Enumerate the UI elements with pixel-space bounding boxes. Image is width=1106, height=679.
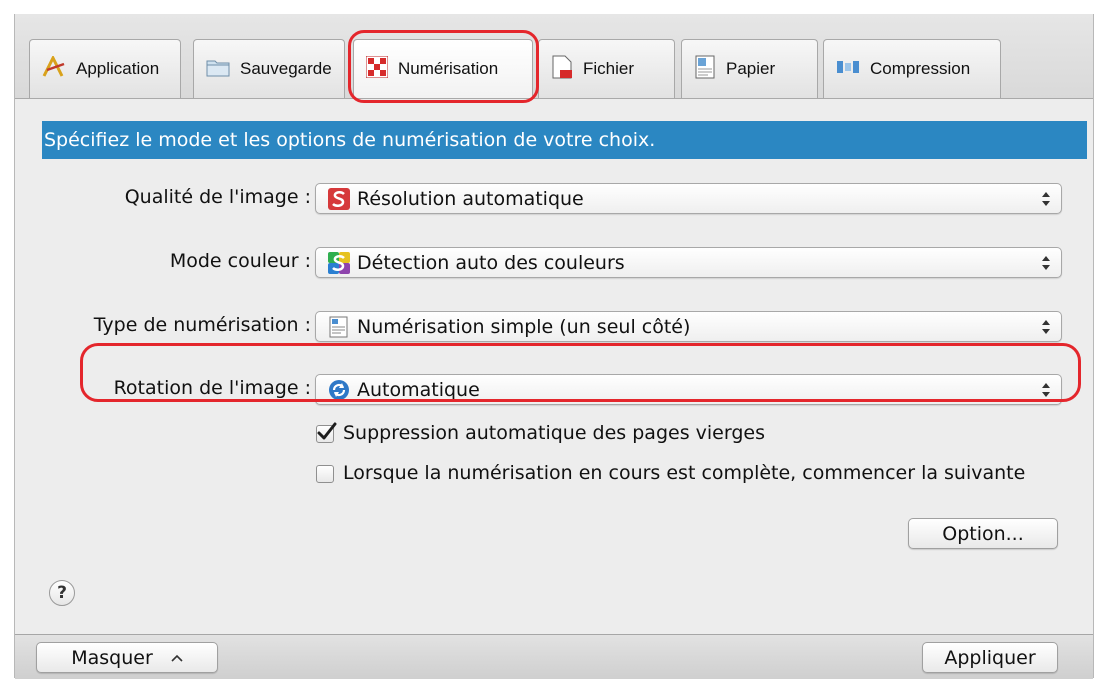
paper-icon [694, 55, 716, 84]
hide-button-label: Masquer [71, 646, 153, 669]
help-button[interactable]: ? [49, 580, 75, 606]
apply-button[interactable]: Appliquer [922, 642, 1058, 673]
checkmark-icon [317, 422, 337, 440]
section-banner: Spécifiez le mode et les options de numé… [42, 121, 1087, 159]
tab-compression[interactable]: Compression [823, 39, 1001, 98]
blank-page-removal-label: Suppression automatique des pages vierge… [343, 422, 765, 444]
rotate-icon [327, 379, 351, 401]
tab-papier-label: Papier [726, 59, 776, 78]
scan-icon [365, 55, 389, 83]
color-mode-value: Détection auto des couleurs [357, 251, 625, 274]
quality-select[interactable]: Résolution automatique [315, 183, 1062, 214]
color-mode-select[interactable]: Détection auto des couleurs [315, 247, 1062, 278]
rotation-select[interactable]: Automatique [315, 374, 1062, 405]
compression-icon [836, 57, 860, 82]
tab-papier[interactable]: Papier [681, 39, 818, 98]
single-side-icon [327, 316, 351, 338]
rotation-label: Rotation de l'image : [113, 377, 311, 399]
tab-numerisation-label: Numérisation [398, 59, 499, 78]
scansnap-red-icon [327, 187, 351, 210]
color-mode-label: Mode couleur : [169, 250, 311, 272]
tab-fichier[interactable]: Fichier [538, 39, 675, 98]
tab-numerisation[interactable]: Numérisation [353, 39, 533, 98]
continuous-scan-checkbox[interactable] [316, 465, 334, 483]
stepper-arrows-icon [1042, 192, 1050, 206]
stepper-arrows-icon [1042, 383, 1050, 397]
scan-type-value: Numérisation simple (un seul côté) [357, 315, 691, 338]
tab-compression-label: Compression [870, 59, 971, 78]
application-icon [42, 54, 66, 83]
blank-page-removal-checkbox[interactable] [316, 422, 337, 443]
rotation-value: Automatique [357, 378, 480, 401]
scan-type-select[interactable]: Numérisation simple (un seul côté) [315, 311, 1062, 342]
tab-fichier-label: Fichier [583, 59, 635, 78]
chevron-up-icon [171, 654, 183, 662]
quality-label: Qualité de l'image : [124, 186, 311, 208]
folder-icon [206, 57, 230, 82]
bottom-bar: Masquer Appliquer [15, 634, 1093, 679]
file-icon [551, 55, 573, 84]
quality-value: Résolution automatique [357, 187, 584, 210]
hide-button[interactable]: Masquer [36, 642, 218, 673]
stepper-arrows-icon [1042, 320, 1050, 334]
stepper-arrows-icon [1042, 256, 1050, 270]
continuous-scan-label: Lorsque la numérisation en cours est com… [343, 462, 1026, 484]
tab-application-label: Application [76, 59, 160, 78]
scan-type-label: Type de numérisation : [93, 314, 311, 336]
scansnap-color-icon [327, 251, 351, 274]
tab-sauvegarde[interactable]: Sauvegarde [193, 39, 345, 98]
tab-bar: Application Sauvegarde Numérisation Fich… [15, 14, 1093, 99]
tab-sauvegarde-label: Sauvegarde [240, 59, 332, 78]
scan-settings-window: Application Sauvegarde Numérisation Fich… [14, 14, 1094, 679]
option-button[interactable]: Option... [908, 518, 1058, 549]
tab-application[interactable]: Application [29, 39, 181, 98]
